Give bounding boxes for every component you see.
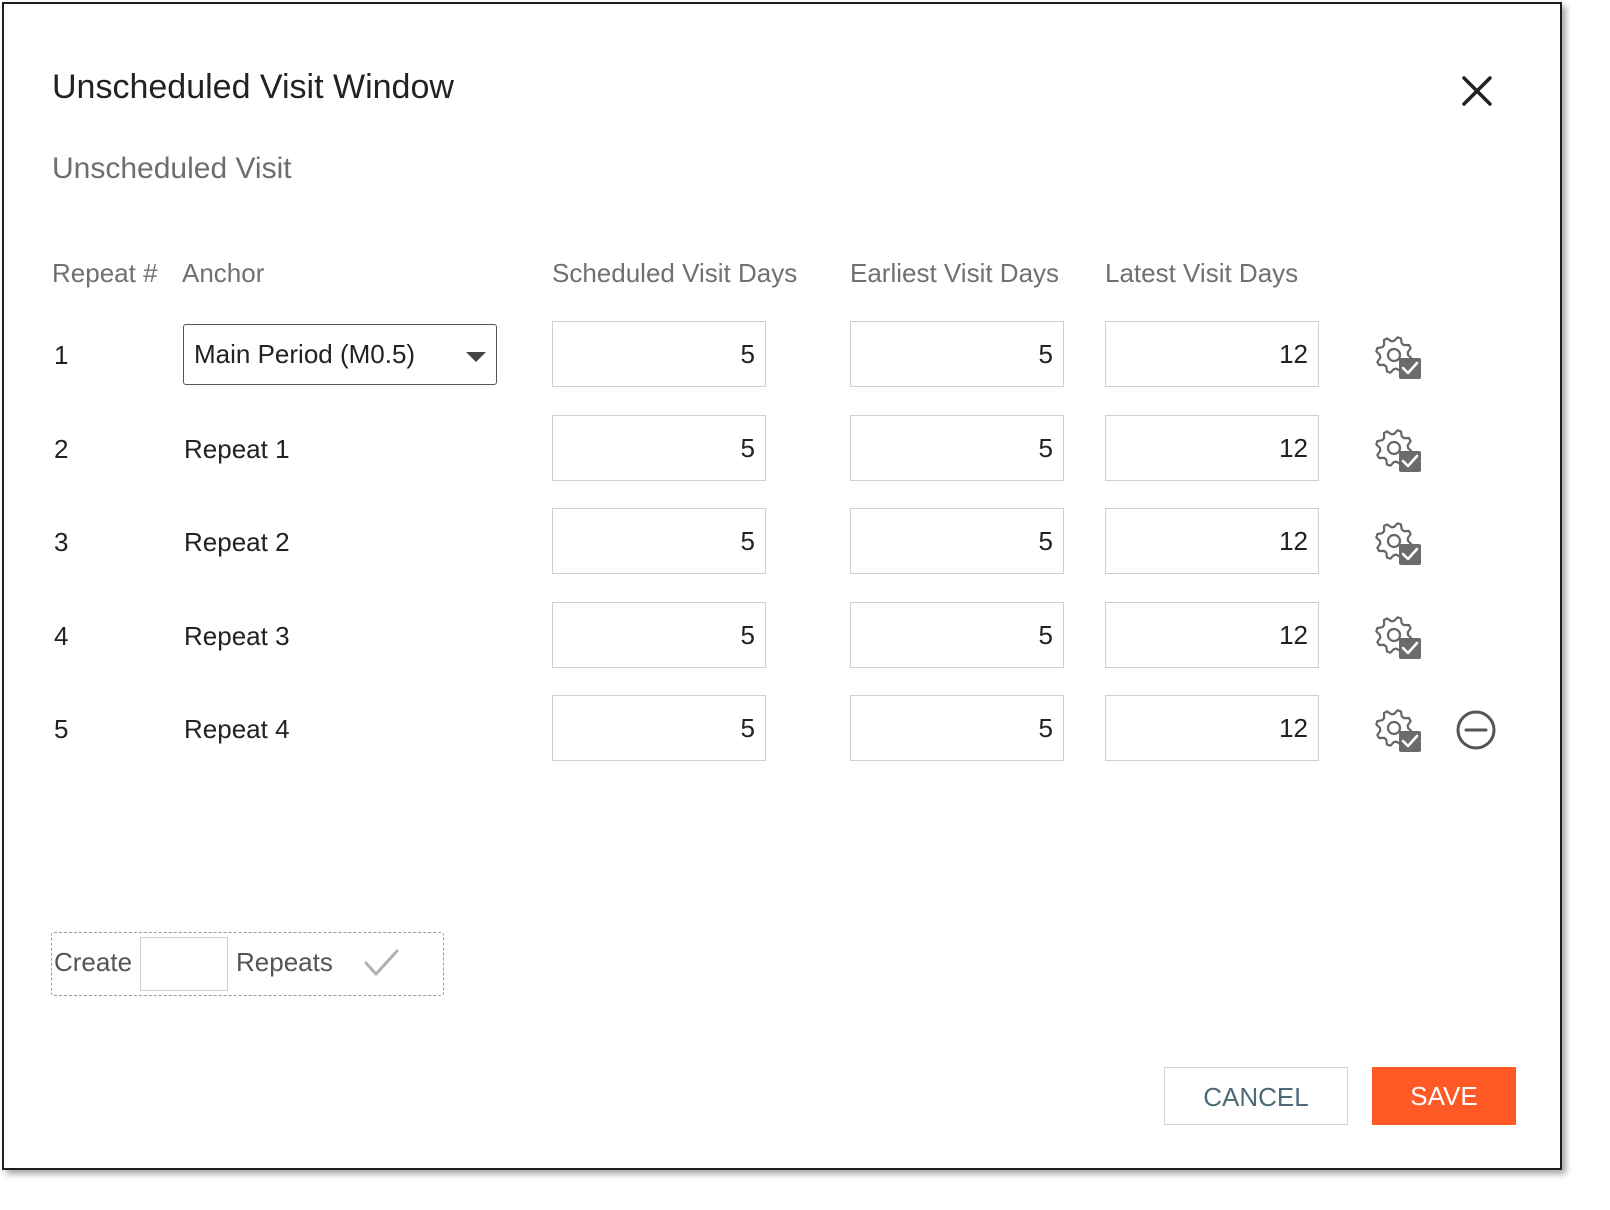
anchor-label: Repeat 2 bbox=[184, 527, 290, 557]
row-settings-button[interactable] bbox=[1374, 335, 1422, 381]
earliest-visit-days-input[interactable] bbox=[850, 508, 1064, 574]
earliest-visit-days-input[interactable] bbox=[850, 602, 1064, 668]
row-settings-button[interactable] bbox=[1374, 708, 1422, 754]
cancel-button[interactable]: CANCEL bbox=[1164, 1067, 1348, 1125]
repeats-label: Repeats bbox=[236, 947, 333, 977]
row-number: 4 bbox=[54, 621, 69, 651]
row-number: 5 bbox=[54, 714, 69, 744]
scheduled-visit-days-input[interactable] bbox=[552, 695, 766, 761]
header-scheduled-visit-days: Scheduled Visit Days bbox=[552, 258, 798, 288]
scheduled-visit-days-input[interactable] bbox=[552, 602, 766, 668]
row-number: 3 bbox=[54, 527, 69, 557]
create-repeats-confirm-button[interactable] bbox=[364, 947, 400, 979]
header-anchor: Anchor bbox=[182, 258, 265, 288]
row-settings-button[interactable] bbox=[1374, 615, 1422, 661]
gear-check-icon bbox=[1375, 709, 1421, 752]
close-icon bbox=[1462, 76, 1492, 106]
gear-check-icon bbox=[1375, 522, 1421, 565]
anchor-label: Repeat 1 bbox=[184, 434, 290, 464]
latest-visit-days-input[interactable] bbox=[1105, 602, 1319, 668]
create-repeats-group: Create Repeats bbox=[51, 932, 444, 996]
gear-check-icon bbox=[1375, 336, 1421, 379]
anchor-select-value: Main Period (M0.5) bbox=[194, 339, 416, 369]
scheduled-visit-days-input[interactable] bbox=[552, 415, 766, 481]
scheduled-visit-days-input[interactable] bbox=[552, 321, 766, 387]
remove-row-button[interactable] bbox=[1454, 708, 1498, 752]
latest-visit-days-input[interactable] bbox=[1105, 415, 1319, 481]
anchor-label: Repeat 3 bbox=[184, 621, 290, 651]
latest-visit-days-input[interactable] bbox=[1105, 321, 1319, 387]
visit-subtitle: Unscheduled Visit bbox=[52, 152, 292, 185]
row-settings-button[interactable] bbox=[1374, 428, 1422, 474]
dialog-title: Unscheduled Visit Window bbox=[52, 68, 454, 106]
gear-check-icon bbox=[1375, 429, 1421, 472]
checkmark-icon bbox=[364, 949, 399, 976]
unscheduled-visit-dialog: Unscheduled Visit Window Unscheduled Vis… bbox=[2, 2, 1562, 1170]
latest-visit-days-input[interactable] bbox=[1105, 508, 1319, 574]
anchor-label: Repeat 4 bbox=[184, 714, 290, 744]
caret-down-icon bbox=[466, 352, 486, 362]
create-label: Create bbox=[54, 947, 133, 977]
earliest-visit-days-input[interactable] bbox=[850, 415, 1064, 481]
header-earliest-visit-days: Earliest Visit Days bbox=[850, 258, 1060, 288]
row-number: 1 bbox=[54, 340, 69, 370]
close-button[interactable] bbox=[1456, 70, 1498, 112]
gear-check-icon bbox=[1375, 616, 1421, 659]
latest-visit-days-input[interactable] bbox=[1105, 695, 1319, 761]
header-latest-visit-days: Latest Visit Days bbox=[1105, 258, 1299, 288]
scheduled-visit-days-input[interactable] bbox=[552, 508, 766, 574]
minus-circle-icon bbox=[1456, 710, 1496, 750]
save-button[interactable]: SAVE bbox=[1372, 1067, 1516, 1125]
anchor-select[interactable]: Main Period (M0.5) bbox=[183, 324, 497, 385]
row-settings-button[interactable] bbox=[1374, 521, 1422, 567]
header-repeat-number: Repeat # bbox=[52, 258, 158, 288]
row-number: 2 bbox=[54, 434, 69, 464]
repeat-count-input[interactable] bbox=[140, 937, 228, 991]
earliest-visit-days-input[interactable] bbox=[850, 321, 1064, 387]
earliest-visit-days-input[interactable] bbox=[850, 695, 1064, 761]
